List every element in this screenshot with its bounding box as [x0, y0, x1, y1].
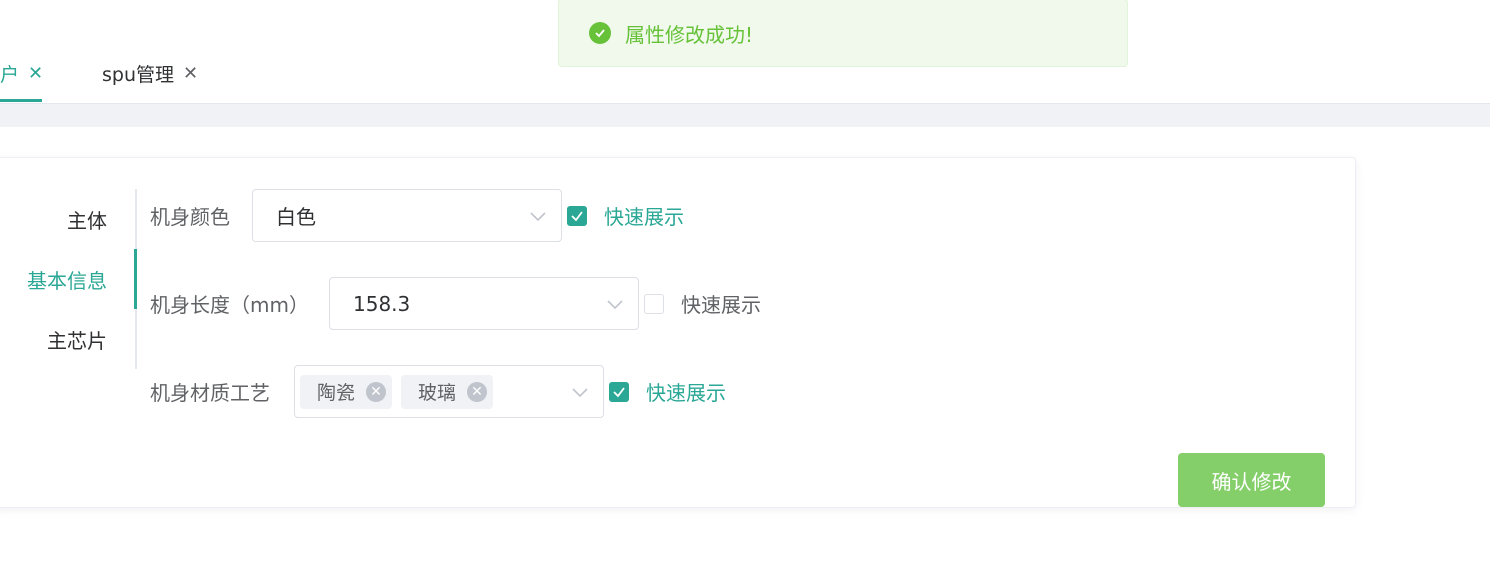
close-circle-icon[interactable]: ✕ — [467, 381, 488, 402]
tag-label: 玻璃 — [418, 382, 457, 404]
success-toast: 属性修改成功! — [558, 0, 1128, 67]
confirm-edit-button[interactable]: 确认修改 — [1178, 453, 1325, 507]
active-tab-indicator — [0, 99, 42, 102]
side-tab-basic-info[interactable]: 基本信息 — [27, 249, 107, 309]
checkbox-box[interactable] — [609, 381, 629, 402]
quick-show-checkbox-color[interactable]: 快速展示 — [567, 189, 684, 242]
side-tab-main[interactable]: 主体 — [67, 189, 107, 249]
side-tab-main-chip[interactable]: 主芯片 — [47, 309, 107, 369]
chevron-down-icon — [607, 300, 623, 310]
tag-glass: 玻璃 ✕ — [401, 374, 494, 409]
body-length-select[interactable]: 158.3 — [329, 277, 639, 330]
attribute-group-tabs: 主体 基本信息 主芯片 — [0, 189, 137, 369]
check-icon — [613, 386, 625, 397]
side-tab-label: 主体 — [67, 208, 107, 233]
close-icon[interactable]: ✕ — [28, 64, 43, 83]
checkbox-label: 快速展示 — [604, 205, 684, 229]
tag-ceramic: 陶瓷 ✕ — [300, 374, 393, 409]
tab-rail-active — [134, 249, 137, 309]
side-tab-label: 主芯片 — [47, 328, 107, 353]
checkbox-box[interactable] — [567, 205, 587, 226]
check-icon — [571, 210, 583, 221]
checkbox-box[interactable] — [644, 293, 664, 314]
chevron-down-icon — [572, 388, 588, 398]
quick-show-checkbox-material[interactable]: 快速展示 — [609, 365, 726, 418]
checkbox-label: 快速展示 — [646, 381, 726, 405]
tab-user[interactable]: 户 ✕ — [0, 44, 43, 103]
toast-message: 属性修改成功! — [625, 22, 754, 47]
chevron-down-icon — [530, 212, 546, 222]
check-circle-icon — [589, 22, 611, 44]
side-tab-label: 基本信息 — [27, 268, 107, 293]
body-material-multiselect[interactable]: 陶瓷 ✕ 玻璃 ✕ — [294, 365, 604, 418]
tab-label: 户 — [0, 64, 20, 86]
select-value: 白色 — [276, 205, 316, 229]
body-color-label: 机身颜色 — [150, 205, 230, 229]
body-color-select[interactable]: 白色 — [252, 189, 562, 242]
select-value: 158.3 — [353, 291, 411, 316]
close-circle-icon[interactable]: ✕ — [366, 381, 387, 402]
quick-show-checkbox-length[interactable]: 快速展示 — [644, 277, 761, 330]
tag-label: 陶瓷 — [317, 382, 356, 404]
content-divider — [0, 104, 1490, 127]
body-material-label: 机身材质工艺 — [150, 381, 270, 405]
close-icon[interactable]: ✕ — [183, 64, 198, 83]
checkbox-label: 快速展示 — [681, 293, 761, 317]
body-length-label: 机身长度（mm） — [150, 293, 309, 317]
tab-spu-management[interactable]: spu管理 ✕ — [102, 44, 198, 103]
tab-label: spu管理 — [102, 64, 175, 86]
